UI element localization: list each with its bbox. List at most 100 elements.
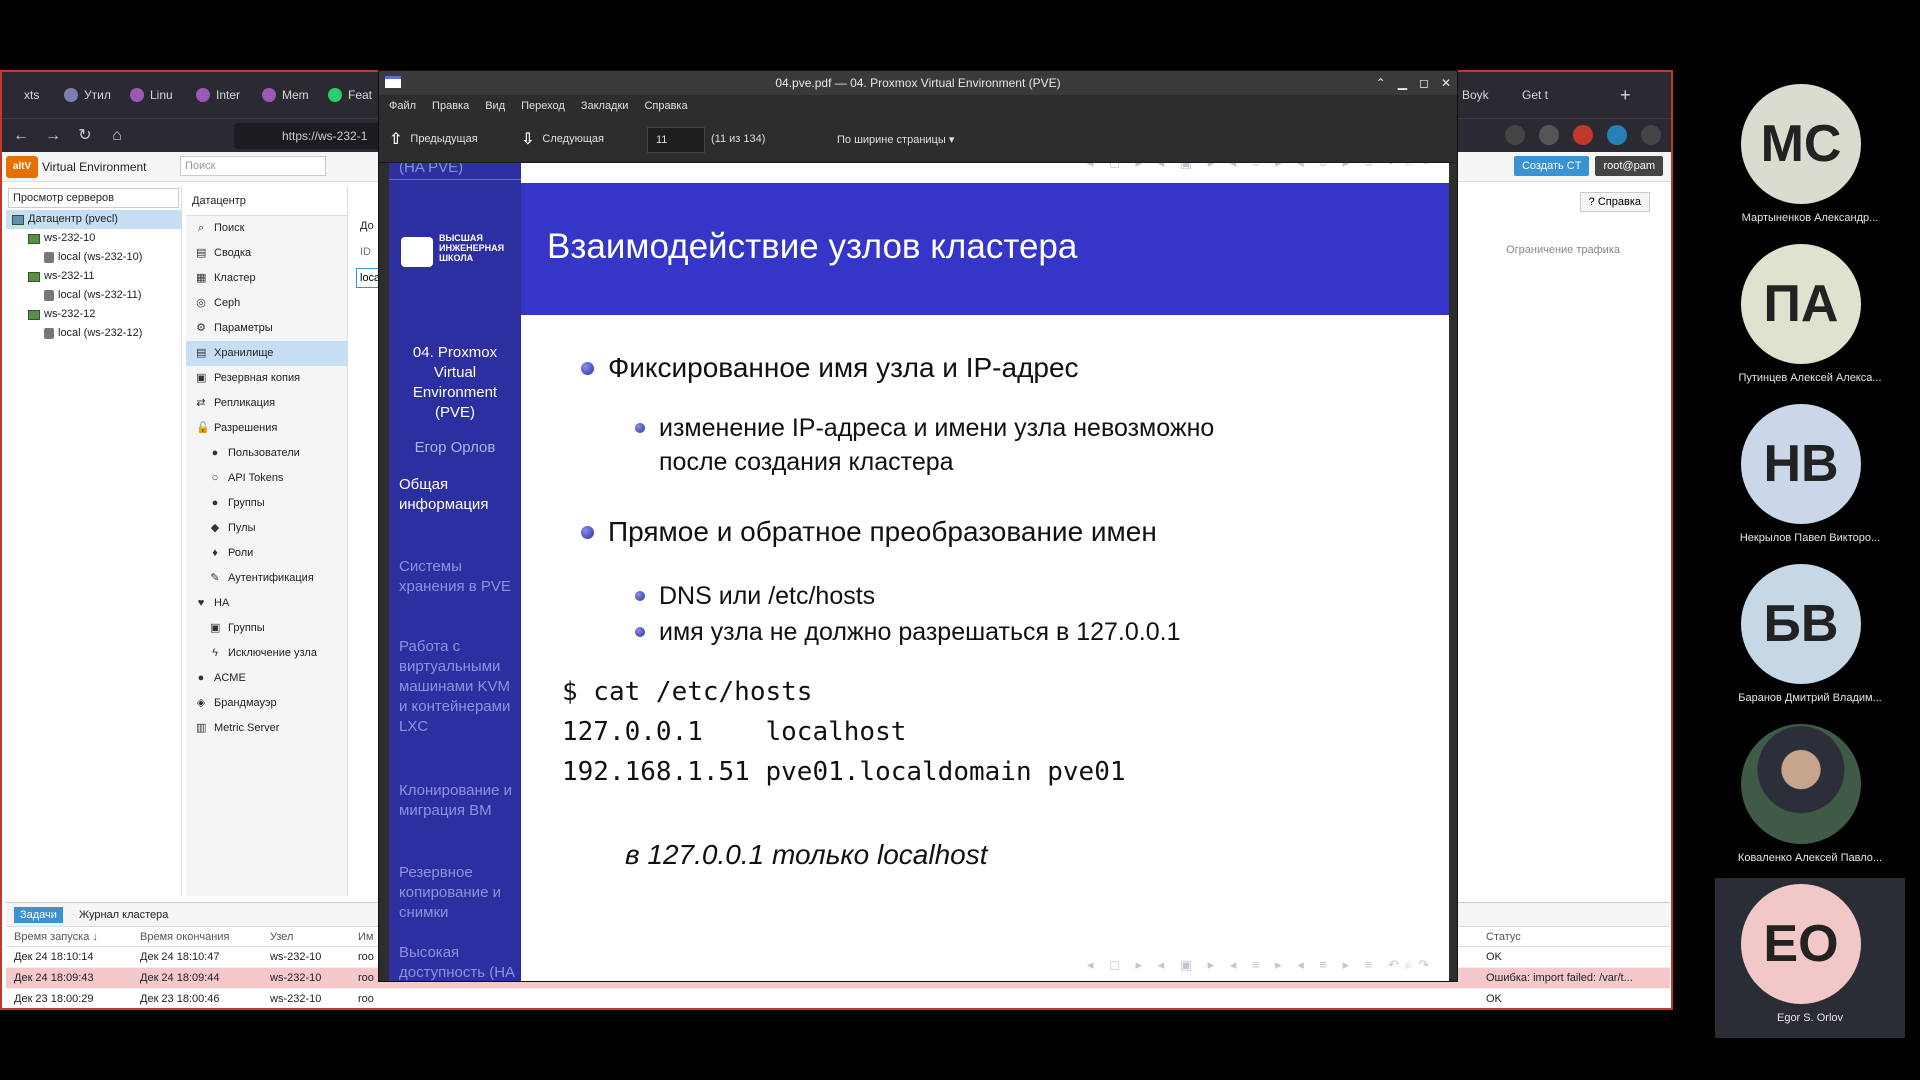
browser-tab[interactable]: Mem [262,82,309,108]
browser-tab[interactable]: Get t [1522,82,1548,108]
participant-tile[interactable]: НВ Некрылов Павел Викторо... [1715,398,1905,558]
menu-item[interactable]: ◆ Пулы [186,516,347,541]
back-arrow-icon[interactable]: ← [10,125,32,147]
tree-node[interactable]: ws-232-12 [6,305,181,324]
extension-icon[interactable] [1539,125,1559,145]
tab-label: Feat [348,88,373,102]
col-end[interactable]: Время окончания [136,927,266,946]
participant-tile[interactable]: МС Мартыненков Александр... [1715,78,1905,238]
slide-nav-item[interactable]: Системы хранения в PVE [399,557,515,597]
menu-item[interactable]: ▤ Сводка [186,241,347,266]
forward-arrow-icon[interactable]: → [42,125,64,147]
pve-search-input[interactable]: Поиск [180,156,326,176]
menu-item[interactable]: ▤ Хранилище [186,341,347,366]
tree-node[interactable]: local (ws-232-12) [6,324,181,343]
participant-tile[interactable]: ЕО Egor S. Orlov [1715,878,1905,1038]
maximize-icon[interactable]: ◻ [1419,71,1429,95]
tree-node[interactable]: ws-232-10 [6,229,181,248]
browser-tab[interactable]: Inter [196,82,240,108]
menu-item[interactable]: ▥ Metric Server [186,716,347,741]
url-bar[interactable]: https://ws-232-1 [234,123,394,149]
menu-item[interactable]: ϟ Исключение узла [186,641,347,666]
participant-tile[interactable]: БВ Баранов Дмитрий Владим... [1715,558,1905,718]
col-status[interactable]: Статус [1482,927,1662,946]
col-start[interactable]: Время запуска ↓ [6,927,136,946]
menu-item[interactable]: ♥ HA [186,591,347,616]
create-ct-button[interactable]: Создать CT [1513,156,1590,176]
content-tab[interactable]: До [360,220,374,232]
menu-item[interactable]: ● Пользователи [186,441,347,466]
menu-item[interactable]: ◈ Брандмауэр [186,691,347,716]
slide-navigation-icons[interactable]: ◂ ◻ ▸ ◂ ▣ ▸ ◂ ≡ ▸ ◂ ≡ ▸ ≡ ↶⌕↷ [1087,957,1435,973]
menu-item[interactable]: ⌕ Поиск [186,216,347,241]
avatar: ПА [1741,244,1861,364]
tree-node[interactable]: ws-232-11 [6,267,181,286]
browser-tab[interactable]: Утил [64,82,111,108]
close-icon[interactable]: ✕ [1441,71,1451,95]
slide-nav-item[interactable]: Общая информация [399,475,515,515]
zoom-select[interactable]: По ширине страницы ▾ [829,127,979,153]
code-line: 192.168.1.51 pve01.localdomain pve01 [562,757,1126,787]
next-page-button[interactable]: ⇩ Следующая [521,129,604,149]
tab-cluster-log[interactable]: Журнал кластера [73,907,174,923]
menu-item[interactable]: ⇄ Репликация [186,391,347,416]
avatar: БВ [1741,564,1861,684]
menu-item[interactable]: ▣ Группы [186,616,347,641]
slide-nav-item[interactable]: Клонирование и миграция ВМ [399,781,515,821]
menu-item[interactable]: ▣ Резервная копия [186,366,347,391]
participant-tile[interactable]: Коваленко Алексей Павло... [1715,718,1905,878]
tree-node[interactable]: local (ws-232-11) [6,286,181,305]
participant-tile[interactable]: ПА Путинцев Алексей Алекса... [1715,238,1905,398]
menu-help[interactable]: Справка [644,100,687,112]
menu-item[interactable]: ▦ Кластер [186,266,347,291]
menu-edit[interactable]: Правка [432,100,469,112]
minimize-icon[interactable]: ▁ [1398,71,1407,95]
menu-icon[interactable] [1641,125,1661,145]
tree-list: Датацентр (pvecl) ws-232-10 local (ws-232-… [6,210,181,343]
browser-tab[interactable]: xts [24,82,39,108]
page-number-input[interactable]: 11 [647,127,705,153]
slide-navigation-icons[interactable]: ◂ ◻ ▸ ◂ ▣ ▸ ◂ ≡ ▸ ◂ ≡ ▸ ≡ ↶⌕↷ [1087,163,1435,171]
sub-bullet-item: имя узла не должно разрешаться в 127.0.0… [635,615,1180,649]
browser-tab[interactable]: Linu [130,82,173,108]
menu-item[interactable]: ✎ Аутентификация [186,566,347,591]
menu-item[interactable]: 🔓 Разрешения [186,416,347,441]
menu-view[interactable]: Вид [485,100,505,112]
tab-tasks[interactable]: Задачи [14,906,63,923]
menu-go[interactable]: Переход [521,100,565,112]
tree-view-select[interactable]: Просмотр серверов [8,188,179,208]
slide-nav-item[interactable]: Резервное копирование и снимки [399,863,515,923]
table-row[interactable]: Дек 23 18:00:29 Дек 23 18:00:46 ws-232-10 r… [6,989,1670,1008]
browser-extension-icons [1505,125,1661,145]
home-icon[interactable]: ⌂ [106,125,128,147]
tree-node[interactable]: Датацентр (pvecl) [6,210,181,229]
menu-item-icon: ● [197,672,205,684]
menu-item[interactable]: ◎ Ceph [186,291,347,316]
browser-tab[interactable]: Feat [328,82,372,108]
reload-icon[interactable]: ↻ [74,125,96,147]
tab-label: Inter [216,88,241,102]
browser-tab[interactable]: Boyk [1462,82,1489,108]
menu-file[interactable]: Файл [389,100,416,112]
collapse-icon[interactable]: ⌃ [1376,71,1386,95]
user-menu-button[interactable]: root@pam [1595,156,1663,176]
menu-item[interactable]: ⚙ Параметры [186,316,347,341]
tree-node-label: local (ws-232-11) [58,289,142,301]
menu-bookmarks[interactable]: Закладки [581,100,629,112]
previous-page-button[interactable]: ⇧ Предыдущая [389,129,478,149]
adblock-icon[interactable] [1573,125,1593,145]
menu-list: ⌕ Поиск ▤ Сводка ▦ Кластер ◎ Ceph ⚙ Параметры ▤ Хра… [186,216,347,741]
storage-icon [44,328,54,339]
tree-node[interactable]: local (ws-232-10) [6,248,181,267]
extension-icon[interactable] [1607,125,1627,145]
slide-nav-item[interactable]: Высокая доступность (HA PVE) [399,943,515,981]
menu-item[interactable]: ● Группы [186,491,347,516]
menu-item[interactable]: ● ACME [186,666,347,691]
col-node[interactable]: Узел [266,927,354,946]
menu-item[interactable]: ○ API Tokens [186,466,347,491]
pocket-icon[interactable] [1505,125,1525,145]
new-tab-plus-icon[interactable]: + [1620,82,1631,108]
slide-nav-item[interactable]: Работа с виртуальными машинами KVM и кон… [399,637,515,737]
help-button[interactable]: ? Справка [1579,192,1650,212]
menu-item[interactable]: ♦ Роли [186,541,347,566]
